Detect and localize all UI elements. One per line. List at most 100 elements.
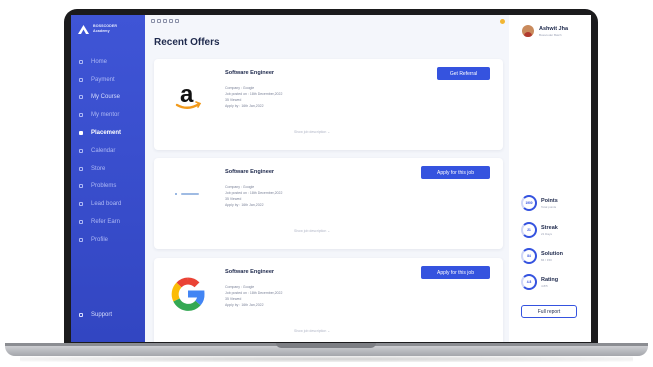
sidebar-item-label: Calendar: [91, 147, 116, 154]
sidebar-item-label: Lead board: [91, 201, 122, 208]
user-name: Ashwit Jha: [539, 25, 569, 32]
sidebar-item-label: My mentor: [91, 112, 120, 119]
bookmark-icon[interactable]: [163, 19, 167, 23]
calendar-icon: [79, 148, 83, 153]
offer-card: Software Engineer Company : Google Job p…: [154, 258, 503, 342]
notification-bell-icon[interactable]: [500, 19, 505, 24]
sidebar-item-payment[interactable]: Payment: [71, 71, 145, 89]
laptop-hinge-notch: [276, 343, 376, 348]
home-icon: [79, 59, 83, 64]
amazon-logo: a: [168, 75, 208, 115]
sidebar-item-label: Home: [91, 58, 108, 65]
job-views: 35 Viewed: [225, 297, 242, 301]
apply-for-job-button[interactable]: Apply for this job: [421, 166, 490, 179]
google-logo: [168, 274, 208, 314]
payment-icon: [79, 77, 83, 82]
streak-ring: 21: [521, 222, 537, 238]
sidebar-item-support[interactable]: Support: [79, 312, 112, 318]
sidebar-item-placement[interactable]: Placement: [71, 124, 145, 142]
job-apply-by: Apply by : 16th Jan,2022: [225, 104, 264, 108]
stat-solution: 84 Solution 84 / 150: [521, 248, 563, 264]
job-apply-by: Apply by : 16th Jan,2022: [225, 203, 264, 207]
apply-for-job-button[interactable]: Apply for this job: [421, 266, 490, 279]
stat-label: Points: [541, 197, 558, 204]
job-company: Company : Google: [225, 285, 255, 289]
top-toolbar: [151, 19, 179, 23]
job-role: Software Engineer: [225, 169, 275, 175]
points-ring: 1900: [521, 195, 537, 211]
sidebar-item-label: Payment: [91, 76, 115, 83]
stat-rating: 4.8 Rating 4.8/5: [521, 274, 558, 290]
avatar: [522, 25, 534, 37]
sidebar-item-my-course[interactable]: My Course: [71, 89, 145, 107]
sidebar-item-label: Profile: [91, 236, 109, 243]
chevron-down-icon: ⌄: [327, 229, 331, 233]
company-logo: [168, 174, 208, 214]
job-posted-date: Job posted on : 18th December,2022: [225, 191, 283, 195]
settings-icon[interactable]: [175, 19, 179, 23]
stat-sub: 4.8/5: [541, 283, 548, 288]
job-role: Software Engineer: [225, 269, 275, 275]
mentor-icon: [79, 113, 83, 118]
show-job-description-link[interactable]: Show job description ⌄: [294, 229, 330, 233]
refer-icon: [79, 220, 83, 225]
placement-icon: [79, 131, 83, 136]
amazon-logo-letter: a: [180, 81, 194, 108]
job-views: 35 Viewed: [225, 197, 242, 201]
user-profile[interactable]: Ashwit Jha Bosscoder Batch: [522, 25, 568, 37]
sidebar-item-label: Refer Earn: [91, 219, 121, 226]
sidebar-item-label: Store: [91, 165, 106, 172]
laptop-screen: BOSSCODER Academy Home Payment My Course…: [71, 15, 591, 342]
menu-icon[interactable]: [151, 19, 155, 23]
sidebar-item-store[interactable]: Store: [71, 160, 145, 178]
job-apply-by: Apply by : 16th Jan,2022: [225, 303, 264, 307]
stat-label: Solution: [541, 250, 563, 257]
brand-tagline: Academy: [93, 29, 110, 33]
job-views: 35 Viewed: [225, 98, 242, 102]
job-posted-date: Job posted on : 18th December,2022: [225, 92, 283, 96]
brand-text: BOSSCODER Academy: [93, 24, 117, 34]
stat-streak: 21 Streak 21 Days: [521, 222, 558, 238]
chat-icon[interactable]: [169, 19, 173, 23]
sidebar-item-label: Support: [91, 312, 113, 318]
offer-card: Software Engineer Company : Google Job p…: [154, 158, 503, 249]
show-job-description-label: Show job description: [294, 329, 327, 333]
sidebar-item-lead-board[interactable]: Lead board: [71, 195, 145, 213]
full-report-button[interactable]: Full report: [521, 305, 577, 318]
get-referral-button[interactable]: Get Referral: [437, 67, 490, 80]
stat-sub: 84 / 150: [541, 257, 552, 262]
sidebar-item-label: My Course: [91, 94, 121, 101]
show-job-description-link[interactable]: Show job description ⌄: [294, 329, 330, 333]
stat-label: Streak: [541, 224, 558, 231]
stat-sub: 21 Days: [541, 231, 553, 236]
support-icon: [79, 313, 83, 317]
job-role: Software Engineer: [225, 70, 275, 76]
chevron-down-icon: ⌄: [327, 329, 331, 333]
laptop-shadow: [20, 356, 633, 362]
sidebar-item-calendar[interactable]: Calendar: [71, 142, 145, 160]
stat-label: Rating: [541, 276, 559, 283]
profile-icon: [79, 237, 83, 242]
brand-logo[interactable]: BOSSCODER Academy: [78, 24, 117, 34]
leaderboard-icon: [79, 202, 83, 207]
sidebar-item-label: Problems: [91, 183, 117, 190]
solution-ring: 84: [521, 248, 537, 264]
stat-points: 1900 Points Total points: [521, 195, 558, 211]
grid-icon[interactable]: [157, 19, 161, 23]
show-job-description-link[interactable]: Show job description ⌄: [294, 130, 330, 134]
sidebar-item-profile[interactable]: Profile: [71, 231, 145, 249]
sidebar-item-problems[interactable]: Problems: [71, 178, 145, 196]
sidebar-item-home[interactable]: Home: [71, 53, 145, 71]
store-icon: [79, 166, 83, 171]
job-posted-date: Job posted on : 18th December,2022: [225, 291, 283, 295]
offer-card: a Software Engineer Company : Google Job…: [154, 59, 503, 150]
show-job-description-label: Show job description: [294, 229, 327, 233]
user-subtitle: Bosscoder Batch: [539, 32, 562, 37]
page-title: Recent Offers: [154, 37, 220, 48]
right-panel: Ashwit Jha Bosscoder Batch 1900 Points T…: [509, 15, 591, 342]
show-job-description-label: Show job description: [294, 130, 327, 134]
sidebar-item-refer-earn[interactable]: Refer Earn: [71, 213, 145, 231]
bosscoder-logo-icon: [78, 24, 89, 34]
sidebar-item-label: Placement: [91, 130, 122, 137]
sidebar-item-my-mentor[interactable]: My mentor: [71, 106, 145, 124]
